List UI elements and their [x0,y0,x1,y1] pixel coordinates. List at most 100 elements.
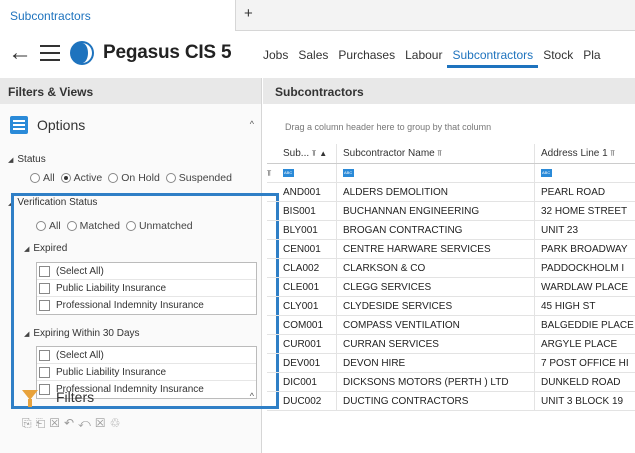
collapse-chevron-icon[interactable]: ^ [250,391,254,401]
filter-toolbar-icons[interactable]: ⎘⎗☒↶⤺☒♲ [22,416,124,431]
column-header-code[interactable]: Sub... ⫪ ▲ [279,144,337,163]
cell-code[interactable]: DEV001 [279,354,337,372]
checklist-item[interactable]: Public Liability Insurance [37,364,256,381]
cell-address[interactable]: 45 HIGH ST [535,297,635,315]
grid-header-row: Sub... ⫪ ▲ Subcontractor Name ⫪ Address … [267,144,635,164]
table-row[interactable]: DUC002 DUCTING CONTRACTORS UNIT 3 BLOCK 19 [267,392,635,411]
nav-item-labour[interactable]: Labour [400,48,447,68]
hamburger-menu-icon[interactable] [40,45,60,61]
filter-cell[interactable]: ABC [279,164,337,182]
nav-item-jobs[interactable]: Jobs [258,48,293,68]
radio-suspended[interactable] [165,173,176,183]
filters-section-header[interactable]: Filters ^ [22,388,258,410]
nav-item-stock[interactable]: Stock [538,48,578,68]
table-row[interactable]: CLE001 CLEGG SERVICES WARDLAW PLACE [267,278,635,297]
expired-section[interactable]: ◢ Expired [24,243,67,254]
cell-address[interactable]: UNIT 23 [535,221,635,239]
cell-name[interactable]: CLYDESIDE SERVICES [337,297,535,315]
cell-name[interactable]: BUCHANNAN ENGINEERING [337,202,535,220]
app-header: ← Pegasus CIS 5 Jobs Sales Purchases Labour… [0,32,635,77]
checklist-item[interactable]: Professional Indemnity Insurance [37,297,256,314]
table-row[interactable]: DEV001 DEVON HIRE 7 POST OFFICE HI [267,354,635,373]
nav-item-sales[interactable]: Sales [293,48,333,68]
cell-address[interactable]: WARDLAW PLACE [535,278,635,296]
status-section[interactable]: ◢ Status [8,154,46,165]
column-label: Sub... [283,148,310,159]
table-row[interactable]: AND001 ALDERS DEMOLITION PEARL ROAD [267,183,635,202]
cell-name[interactable]: CURRAN SERVICES [337,335,535,353]
cell-code[interactable]: CUR001 [279,335,337,353]
cell-code[interactable]: CLE001 [279,278,337,296]
filter-cell[interactable]: ABC [337,164,535,182]
cell-address[interactable]: DUNKELD ROAD [535,373,635,391]
options-section-header[interactable]: Options ^ [8,116,258,138]
filter-pin-icon[interactable]: ⫪ [312,149,317,159]
nav-item-subcontractors[interactable]: Subcontractors [447,48,539,68]
radio-all[interactable] [36,221,46,231]
verification-status-section[interactable]: ◢ Verification Status [8,197,97,208]
cell-name[interactable]: CLEGG SERVICES [337,278,535,296]
cell-address[interactable]: 32 HOME STREET [535,202,635,220]
cell-name[interactable]: CENTRE HARWARE SERVICES [337,240,535,258]
cell-code[interactable]: COM001 [279,316,337,334]
cell-code[interactable]: BLY001 [279,221,337,239]
table-row[interactable]: BLY001 BROGAN CONTRACTING UNIT 23 [267,221,635,240]
tab-subcontractors[interactable]: Subcontractors [0,0,236,31]
cell-code[interactable]: CLA002 [279,259,337,277]
cell-name[interactable]: DUCTING CONTRACTORS [337,392,535,410]
checkbox[interactable] [39,265,50,277]
radio-unmatched[interactable] [125,221,136,231]
table-row[interactable]: CEN001 CENTRE HARWARE SERVICES PARK BROADW… [267,240,635,259]
nav-item-purchases[interactable]: Purchases [333,48,400,68]
cell-code[interactable]: DUC002 [279,392,337,410]
column-header-name[interactable]: Subcontractor Name ⫪ [337,144,535,163]
filter-cell[interactable]: ABC [535,164,635,182]
checkbox[interactable] [39,282,50,294]
table-row[interactable]: CUR001 CURRAN SERVICES ARGYLE PLACE [267,335,635,354]
grid-title: Subcontractors [263,78,635,104]
cell-address[interactable]: UNIT 3 BLOCK 19 [535,392,635,410]
filter-pin-icon[interactable]: ⫪ [611,149,616,159]
table-row[interactable]: COM001 COMPASS VENTILATION BALGEDDIE PLACE [267,316,635,335]
table-row[interactable]: CLY001 CLYDESIDE SERVICES 45 HIGH ST [267,297,635,316]
checklist-item[interactable]: (Select All) [37,263,256,280]
filter-pin-icon[interactable]: ⫪ [438,149,443,159]
cell-address[interactable]: BALGEDDIE PLACE [535,316,635,334]
new-tab-button[interactable]: + [244,5,253,22]
radio-active[interactable] [60,173,71,183]
cell-address[interactable]: PADDOCKHOLM I [535,259,635,277]
table-row[interactable]: BIS001 BUCHANNAN ENGINEERING 32 HOME STREE… [267,202,635,221]
radio-matched[interactable] [66,221,77,231]
cell-name[interactable]: BROGAN CONTRACTING [337,221,535,239]
cell-name[interactable]: CLARKSON & CO [337,259,535,277]
table-row[interactable]: DIC001 DICKSONS MOTORS (PERTH ) LTD DUNKEL… [267,373,635,392]
checklist-item[interactable]: (Select All) [37,347,256,364]
table-row[interactable]: CLA002 CLARKSON & CO PADDOCKHOLM I [267,259,635,278]
cell-name[interactable]: ALDERS DEMOLITION [337,183,535,201]
cell-code[interactable]: AND001 [279,183,337,201]
expiring-section[interactable]: ◢ Expiring Within 30 Days [24,328,140,339]
checkbox[interactable] [39,300,50,311]
radio-all[interactable] [30,173,40,183]
cell-address[interactable]: PARK BROADWAY [535,240,635,258]
cell-address[interactable]: PEARL ROAD [535,183,635,201]
radio-label: All [43,172,55,184]
cell-code[interactable]: DIC001 [279,373,337,391]
nav-item-pla[interactable]: Pla [578,48,605,68]
checklist-item[interactable]: Public Liability Insurance [37,280,256,297]
back-arrow-icon[interactable]: ← [8,39,32,67]
cell-name[interactable]: DEVON HIRE [337,354,535,372]
text-filter-icon: ABC [541,169,552,177]
cell-code[interactable]: BIS001 [279,202,337,220]
cell-address[interactable]: 7 POST OFFICE HI [535,354,635,372]
cell-code[interactable]: CEN001 [279,240,337,258]
cell-name[interactable]: DICKSONS MOTORS (PERTH ) LTD [337,373,535,391]
collapse-chevron-icon[interactable]: ^ [250,119,254,129]
radio-on-hold[interactable] [108,173,119,183]
cell-address[interactable]: ARGYLE PLACE [535,335,635,353]
cell-code[interactable]: CLY001 [279,297,337,315]
column-header-address[interactable]: Address Line 1 ⫪ [535,144,635,163]
checkbox[interactable] [39,366,50,378]
checkbox[interactable] [39,349,50,361]
cell-name[interactable]: COMPASS VENTILATION [337,316,535,334]
